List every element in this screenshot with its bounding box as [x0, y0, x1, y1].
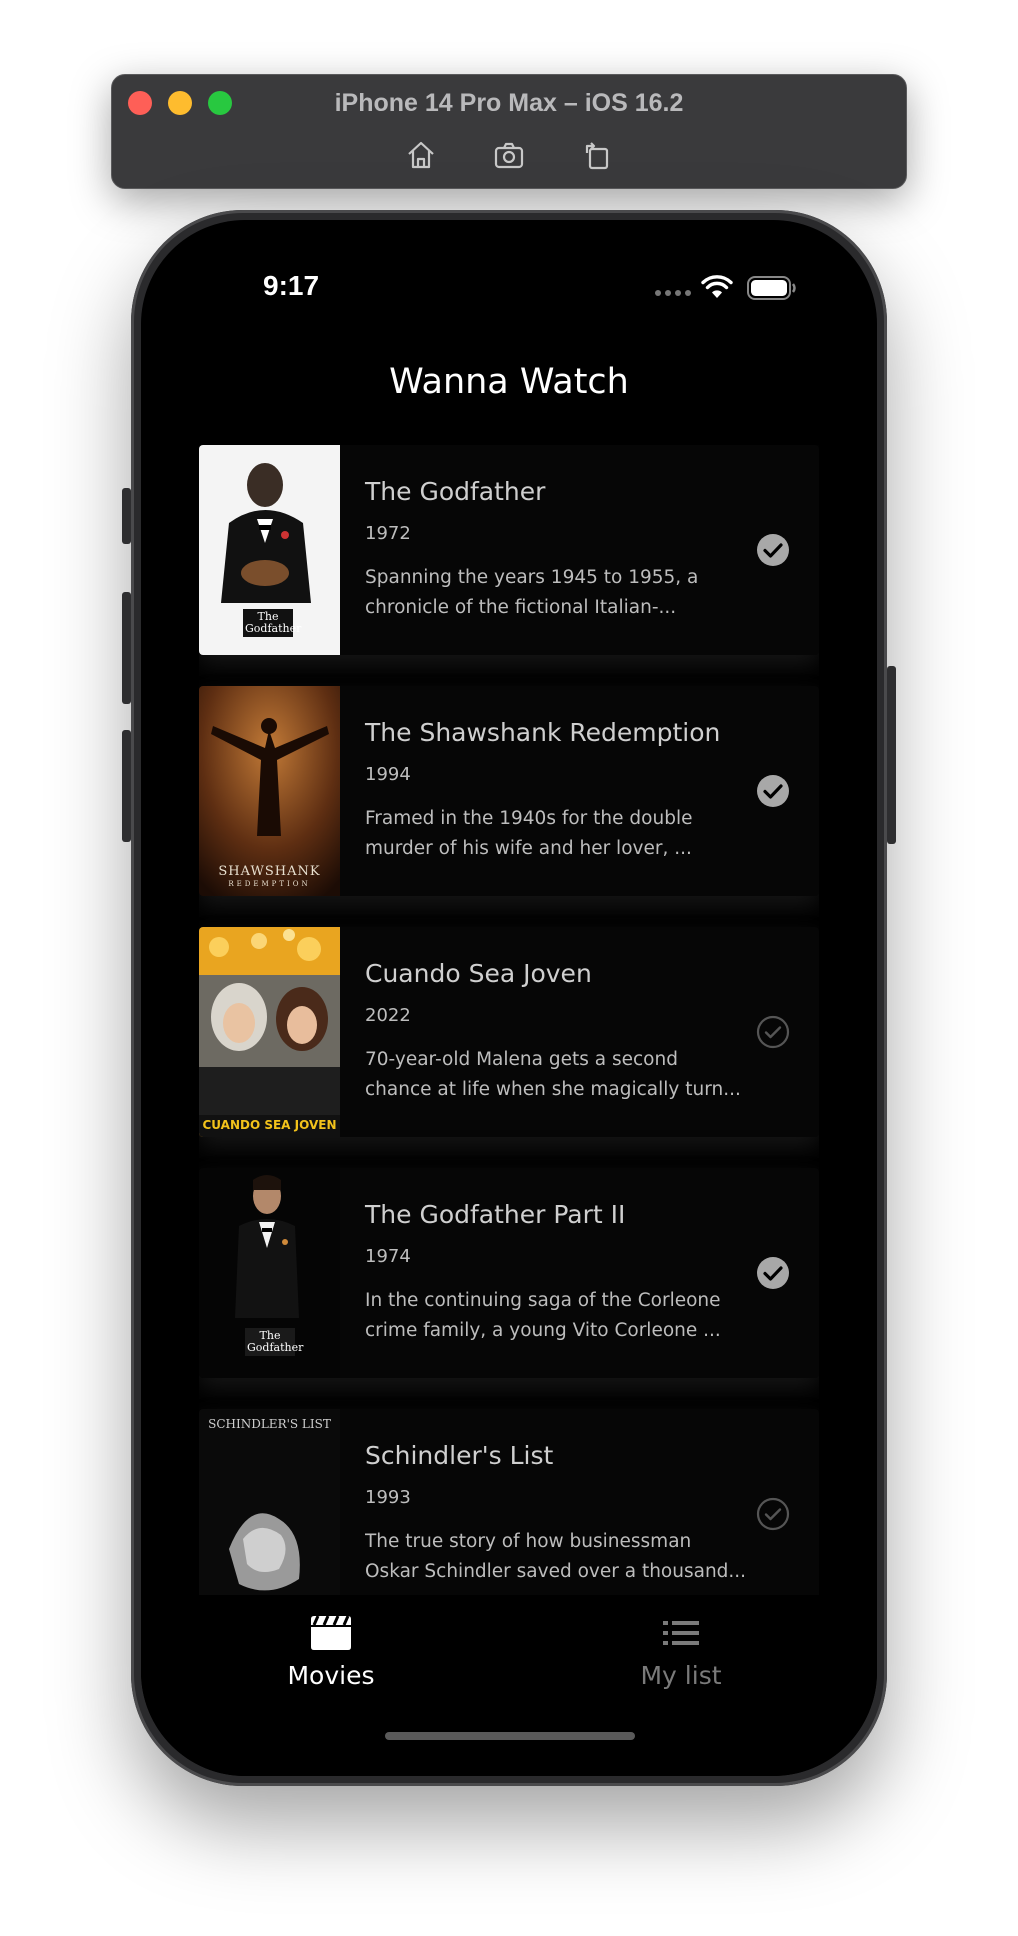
movie-description: The true story of how businessman Oskar …	[365, 1531, 745, 1582]
power-button	[887, 666, 896, 844]
movie-poster: The Godfather	[199, 445, 340, 655]
movie-poster: SHAWSHANK REDEMPTION	[199, 686, 340, 896]
check-circle-icon[interactable]	[756, 533, 790, 567]
check-circle-outline-icon[interactable]	[756, 1015, 790, 1049]
poster-caption: The Godfather	[243, 609, 302, 637]
home-icon	[408, 141, 434, 169]
simulator-toolbar: iPhone 14 Pro Max – iOS 16.2	[111, 74, 907, 189]
check-circle-icon[interactable]	[756, 1256, 790, 1290]
check-circle-outline-icon[interactable]	[756, 1497, 790, 1531]
movie-poster: CUANDO SEA JOVEN	[199, 927, 340, 1137]
movie-description: Framed in the 1940s for the double murde…	[365, 808, 693, 859]
movie-title: Cuando Sea Joven	[365, 959, 592, 988]
list-icon	[663, 1621, 699, 1645]
cellular-icon	[655, 290, 691, 296]
movie-year: 1994	[365, 764, 411, 785]
movie-poster: SCHINDLER'S LIST	[199, 1409, 340, 1595]
movie-list[interactable]: The Godfather The Godfather 1972 Spannin…	[199, 445, 819, 1595]
poster-caption: SCHINDLER'S LIST	[208, 1417, 331, 1431]
movie-title: The Godfather Part II	[365, 1200, 626, 1229]
movie-card[interactable]: SHAWSHANK REDEMPTION The Shawshank Redem…	[199, 686, 819, 896]
movie-title: The Godfather	[365, 477, 546, 506]
movie-description: Spanning the years 1945 to 1955, a chron…	[365, 567, 699, 618]
movie-description: In the continuing saga of the Corleone c…	[365, 1290, 721, 1341]
movie-description: 70-year-old Malena gets a second chance …	[365, 1049, 741, 1100]
tab-movies[interactable]: Movies	[231, 1615, 431, 1690]
tab-my-list-label: My list	[640, 1661, 722, 1690]
movie-card[interactable]: CUANDO SEA JOVEN Cuando Sea Joven 2022 7…	[199, 927, 819, 1137]
poster-caption: The Godfather	[245, 1328, 304, 1356]
rotate-button[interactable]	[577, 135, 617, 175]
movie-title: The Shawshank Redemption	[365, 718, 721, 747]
poster-subcaption: REDEMPTION	[228, 880, 311, 888]
movie-year: 2022	[365, 1005, 411, 1026]
movie-title: Schindler's List	[365, 1441, 554, 1470]
volume-up-button	[122, 592, 131, 704]
poster-cuando-image	[199, 927, 340, 1137]
screenshot-icon	[494, 142, 524, 169]
screenshot-button[interactable]	[489, 135, 529, 175]
poster-caption: SHAWSHANK	[218, 864, 321, 879]
simulator-tools	[112, 135, 906, 175]
clapperboard-icon	[311, 1615, 351, 1650]
movie-card[interactable]: The Godfather The Godfather 1972 Spannin…	[199, 445, 819, 655]
status-time: 9:17	[263, 270, 320, 301]
movie-card[interactable]: The Godfather The Godfather Part II 1974…	[199, 1168, 819, 1378]
rotate-icon	[585, 142, 609, 170]
movie-poster: The Godfather	[199, 1168, 340, 1378]
tab-bar: Movies My list	[141, 1595, 877, 1776]
simulator-title: iPhone 14 Pro Max – iOS 16.2	[334, 89, 684, 117]
page-title: Wanna Watch	[389, 362, 629, 402]
movie-year: 1993	[365, 1487, 411, 1508]
check-circle-icon[interactable]	[756, 774, 790, 808]
movie-year: 1972	[365, 523, 411, 544]
movie-card[interactable]: SCHINDLER'S LIST Schindler's List 1993 T…	[199, 1409, 819, 1595]
status-bar: 9:17	[141, 270, 877, 310]
tab-movies-label: Movies	[287, 1661, 375, 1690]
phone-screen: 9:17 Wanna Watch The Godfather The Godfa…	[141, 220, 877, 1776]
home-button[interactable]	[401, 135, 441, 175]
battery-icon	[747, 276, 796, 300]
wifi-icon	[701, 275, 733, 298]
silent-switch	[122, 488, 131, 544]
movie-year: 1974	[365, 1246, 411, 1267]
poster-caption: CUANDO SEA JOVEN	[202, 1118, 337, 1132]
volume-down-button	[122, 730, 131, 842]
poster-schindler-image	[199, 1409, 340, 1595]
home-indicator[interactable]	[385, 1732, 635, 1740]
tab-my-list[interactable]: My list	[581, 1615, 781, 1690]
